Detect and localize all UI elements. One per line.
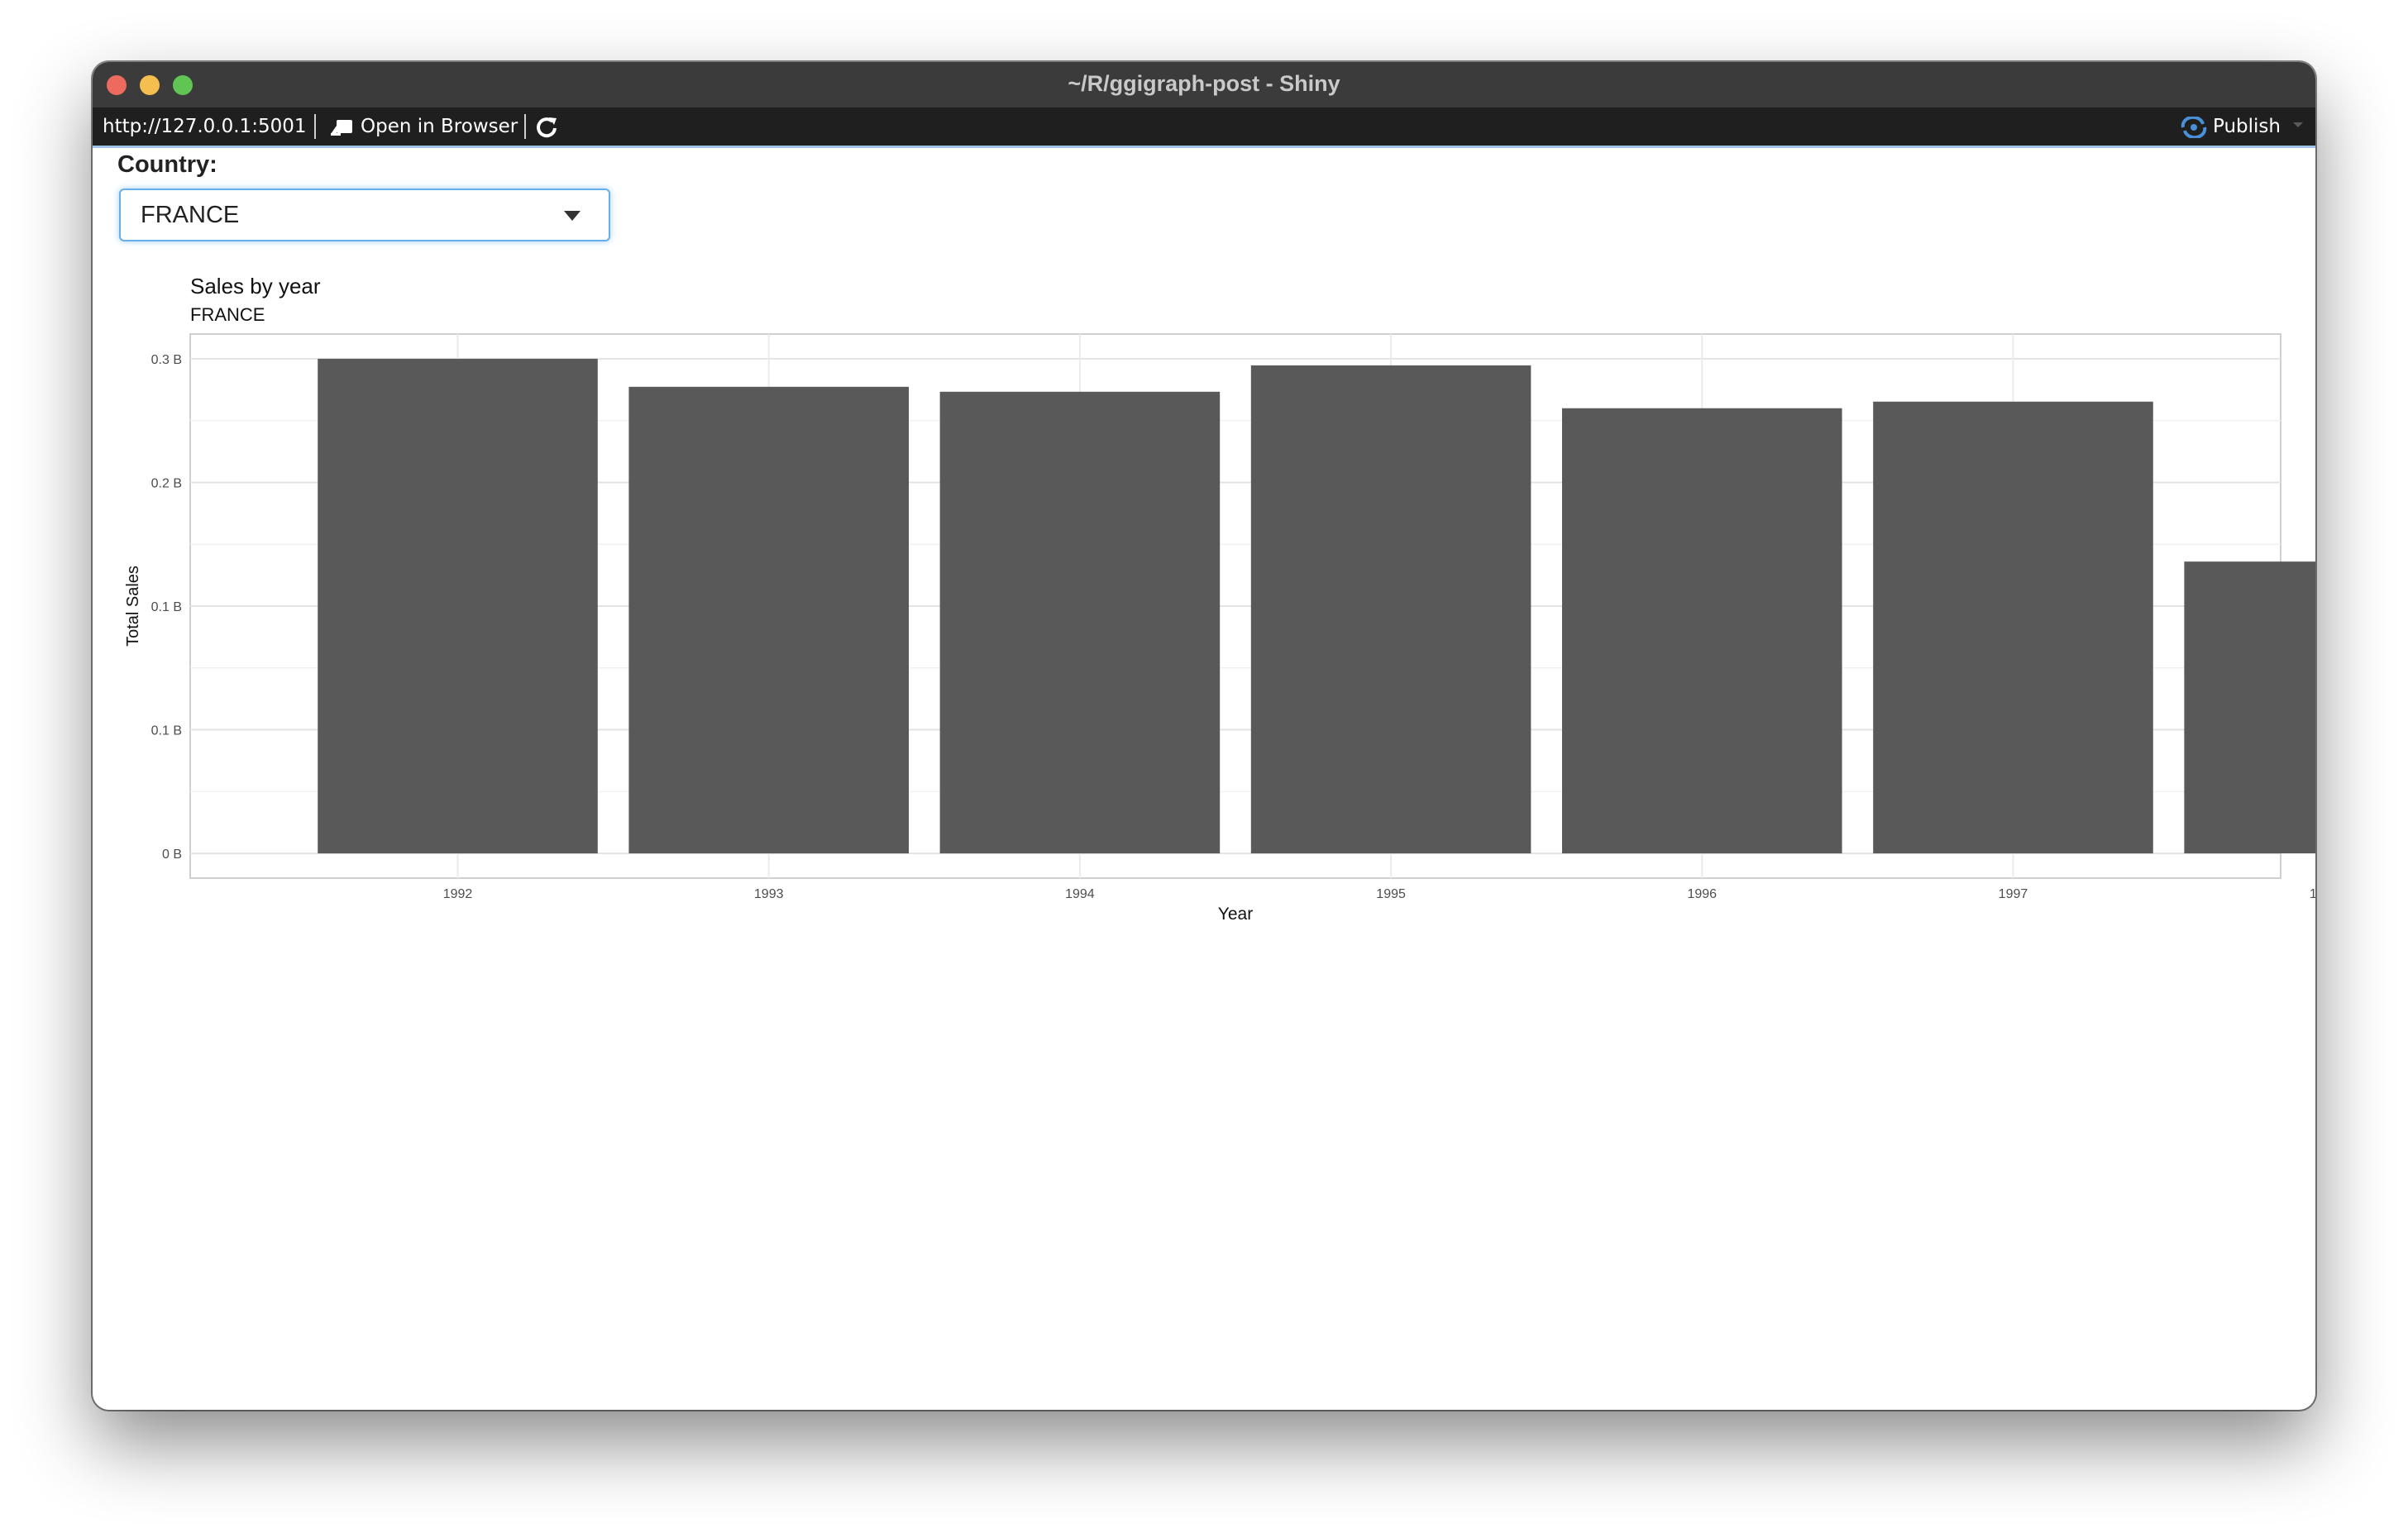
chart-subtitle: FRANCE [190, 304, 265, 325]
bar-1994 [939, 391, 1221, 854]
x-tick-label: 1992 [443, 887, 473, 901]
app-window: ~/R/ggigraph-post - Shiny http://127.0.0… [93, 62, 2315, 1410]
sales-chart: 0 B 0.1 B 0.1 B 0.2 B 0.3 B 1992 1993 1994 1995 1… [124, 274, 2315, 924]
bar-1992 [318, 358, 598, 854]
bar-1997 [1873, 401, 2153, 854]
y-axis-title: Total Sales [124, 566, 142, 647]
bar-1998 [2184, 561, 2315, 854]
y-tick-label: 0.2 B [151, 476, 182, 490]
x-tick-label: 1996 [1687, 887, 1717, 901]
x-tick-label: 1994 [1065, 887, 1095, 901]
bar-1995 [1250, 365, 1531, 854]
x-tick-label: 1997 [1999, 887, 2028, 901]
x-axis-title: Year [1218, 905, 1253, 924]
x-tick-label: 1993 [754, 887, 784, 901]
x-tick-label: 1998 [2310, 887, 2315, 901]
y-tick-label: 0.1 B [151, 724, 182, 738]
chart-title: Sales by year [190, 274, 321, 298]
bar-1993 [628, 386, 909, 854]
y-tick-label: 0 B [162, 848, 182, 862]
y-tick-label: 0.3 B [151, 353, 182, 367]
x-tick-label: 1995 [1376, 887, 1406, 901]
y-tick-label: 0.1 B [151, 600, 182, 614]
bar-1996 [1562, 408, 1842, 854]
